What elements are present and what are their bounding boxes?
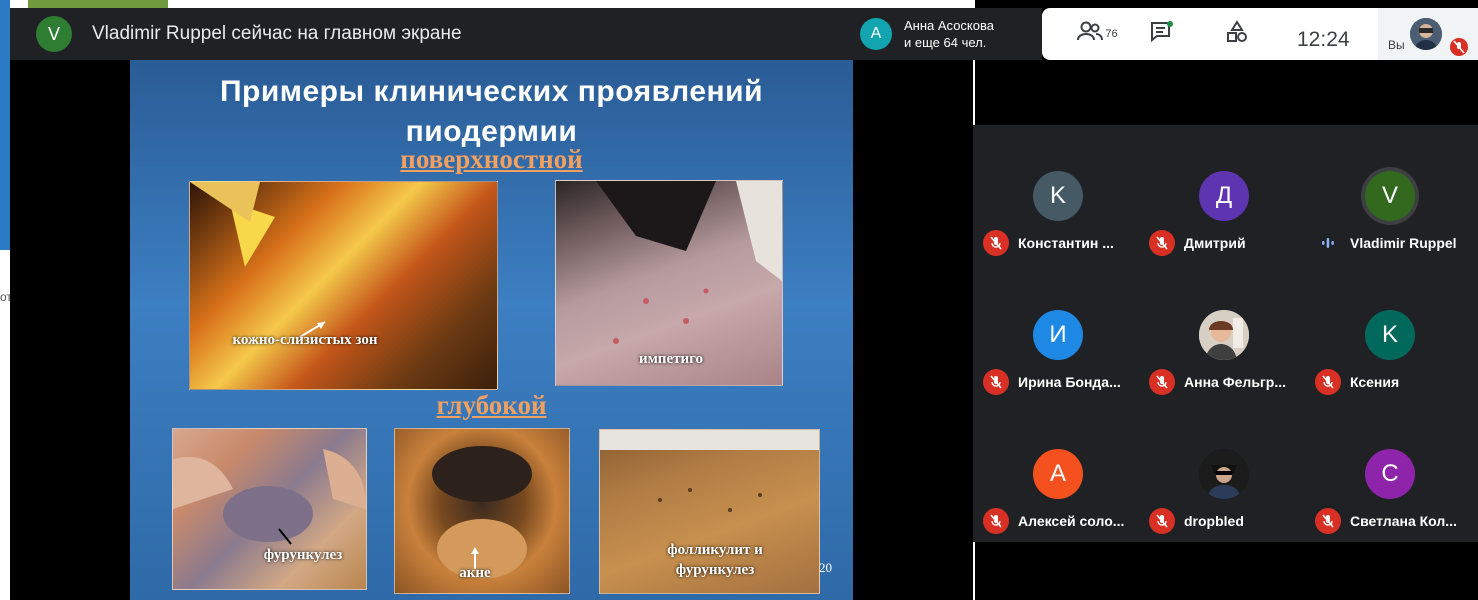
participant-avatar: A — [860, 18, 892, 50]
participant-tile-speaking[interactable]: V Vladimir Ruppel — [1307, 126, 1475, 256]
participant-photo — [1199, 449, 1249, 499]
caption-impetigo: импетиго — [638, 351, 704, 367]
participant-name-row: Ирина Бонда... — [983, 369, 1143, 395]
shapes-icon — [1225, 19, 1249, 49]
slide-photo-mucocutaneous: кожно-слизистых зон — [189, 181, 498, 390]
top-toolbar: 76 12:24 Вы — [1042, 8, 1478, 60]
mic-off-icon — [1149, 508, 1175, 534]
participant-tile[interactable]: A Алексей соло... — [975, 404, 1143, 534]
participant-name: Константин ... — [1018, 235, 1114, 251]
background-fragment — [0, 0, 10, 250]
mic-off-icon — [983, 230, 1009, 256]
participant-name-row: Vladimir Ruppel — [1315, 230, 1475, 256]
participant-name-row: Дмитрий — [1149, 230, 1309, 256]
self-avatar — [1410, 18, 1442, 50]
self-view[interactable]: Вы — [1378, 8, 1478, 60]
participant-name: Ирина Бонда... — [1018, 374, 1121, 390]
participant-avatar: C — [1365, 449, 1415, 499]
people-button[interactable]: 76 — [1062, 16, 1132, 52]
participant-name: Алексей соло... — [1018, 513, 1125, 529]
people-icon — [1076, 20, 1104, 49]
participants-summary-name: Анна Асоскова — [904, 18, 994, 33]
slide-page-number: 20 — [819, 560, 832, 575]
participant-name-row: Светлана Кол... — [1315, 508, 1475, 534]
mic-off-icon — [1315, 369, 1341, 395]
slide-photo-furunculosis: фурункулез — [172, 428, 367, 590]
participant-name-row: Алексей соло... — [983, 508, 1143, 534]
participants-summary[interactable]: A Анна Асоскова и еще 64 чел. — [852, 8, 1042, 60]
participant-name: Анна Фельгр... — [1184, 374, 1286, 390]
participant-name: Ксения — [1350, 374, 1400, 390]
slide-photo-folliculitis: фолликулит и фурункулез — [599, 429, 820, 594]
clock: 12:24 — [1297, 28, 1350, 51]
mic-off-icon — [1149, 369, 1175, 395]
participant-tile[interactable]: Анна Фельгр... — [1141, 265, 1309, 395]
participant-avatar: K — [1033, 171, 1083, 221]
mic-off-icon — [983, 508, 1009, 534]
caption-furunculosis: фурункулез — [263, 547, 343, 563]
caption-folliculitis: фолликулит и фурункулез — [640, 540, 790, 580]
participant-name: dropbled — [1184, 513, 1244, 529]
participant-avatar: V — [1365, 171, 1415, 221]
slide-photo-acne: акне — [394, 428, 570, 594]
slide-title: Примеры клинических проявлений пиодермии — [130, 72, 853, 152]
slide-subtitle-surface: поверхностной — [400, 144, 583, 174]
caption-folliculitis-line1: фолликулит и — [667, 542, 763, 558]
participant-name-row: dropbled — [1149, 508, 1309, 534]
participant-tile[interactable]: C Светлана Кол... — [1307, 404, 1475, 534]
participant-tile[interactable]: K Константин ... — [975, 126, 1143, 256]
participant-name: Дмитрий — [1184, 235, 1246, 251]
participant-tile[interactable]: K Ксения — [1307, 265, 1475, 395]
presenter-banner: V Vladimir Ruppel сейчас на главном экра… — [10, 8, 852, 60]
participant-tile[interactable]: dropbled — [1141, 404, 1309, 534]
speaking-indicator-icon — [1315, 230, 1341, 256]
activities-button[interactable] — [1217, 16, 1257, 52]
caption-folliculitis-line2: фурункулез — [675, 562, 755, 578]
participant-name: Vladimir Ruppel — [1350, 235, 1457, 251]
shared-slide: Примеры клинических проявлений пиодермии… — [130, 60, 853, 600]
participant-name: Светлана Кол... — [1350, 513, 1457, 529]
participant-avatar: A — [1033, 449, 1083, 499]
self-label: Вы — [1388, 38, 1405, 52]
participant-name-row: Анна Фельгр... — [1149, 369, 1309, 395]
participants-summary-count: и еще 64 чел. — [904, 35, 987, 50]
chat-button[interactable] — [1142, 16, 1182, 52]
mic-off-icon — [1149, 230, 1175, 256]
slide-title-line1: Примеры клинических проявлений — [219, 75, 764, 108]
mic-off-icon — [1315, 508, 1341, 534]
participant-avatar: И — [1033, 310, 1083, 360]
people-count: 76 — [1105, 28, 1118, 40]
participant-name-row: Ксения — [1315, 369, 1475, 395]
presenter-banner-text: Vladimir Ruppel сейчас на главном экране — [92, 23, 462, 44]
mic-off-icon — [983, 369, 1009, 395]
participant-tile[interactable]: И Ирина Бонда... — [975, 265, 1143, 395]
caption-acne: акне — [459, 565, 491, 581]
participant-avatar: Д — [1199, 171, 1249, 221]
participant-photo — [1199, 310, 1249, 360]
participant-avatar: K — [1365, 310, 1415, 360]
participants-summary-text: Анна Асоскова и еще 64 чел. — [904, 17, 994, 51]
slide-photo-impetigo: импетиго — [555, 180, 783, 386]
presenter-avatar: V — [36, 16, 72, 52]
participant-tile[interactable]: Д Дмитрий — [1141, 126, 1309, 256]
self-mic-off-icon — [1450, 38, 1468, 56]
slide-subtitle-deep: глубокой — [436, 390, 547, 420]
chat-icon — [1149, 20, 1175, 49]
caption-mucocutaneous: кожно-слизистых зон — [232, 332, 378, 348]
participant-name-row: Константин ... — [983, 230, 1143, 256]
